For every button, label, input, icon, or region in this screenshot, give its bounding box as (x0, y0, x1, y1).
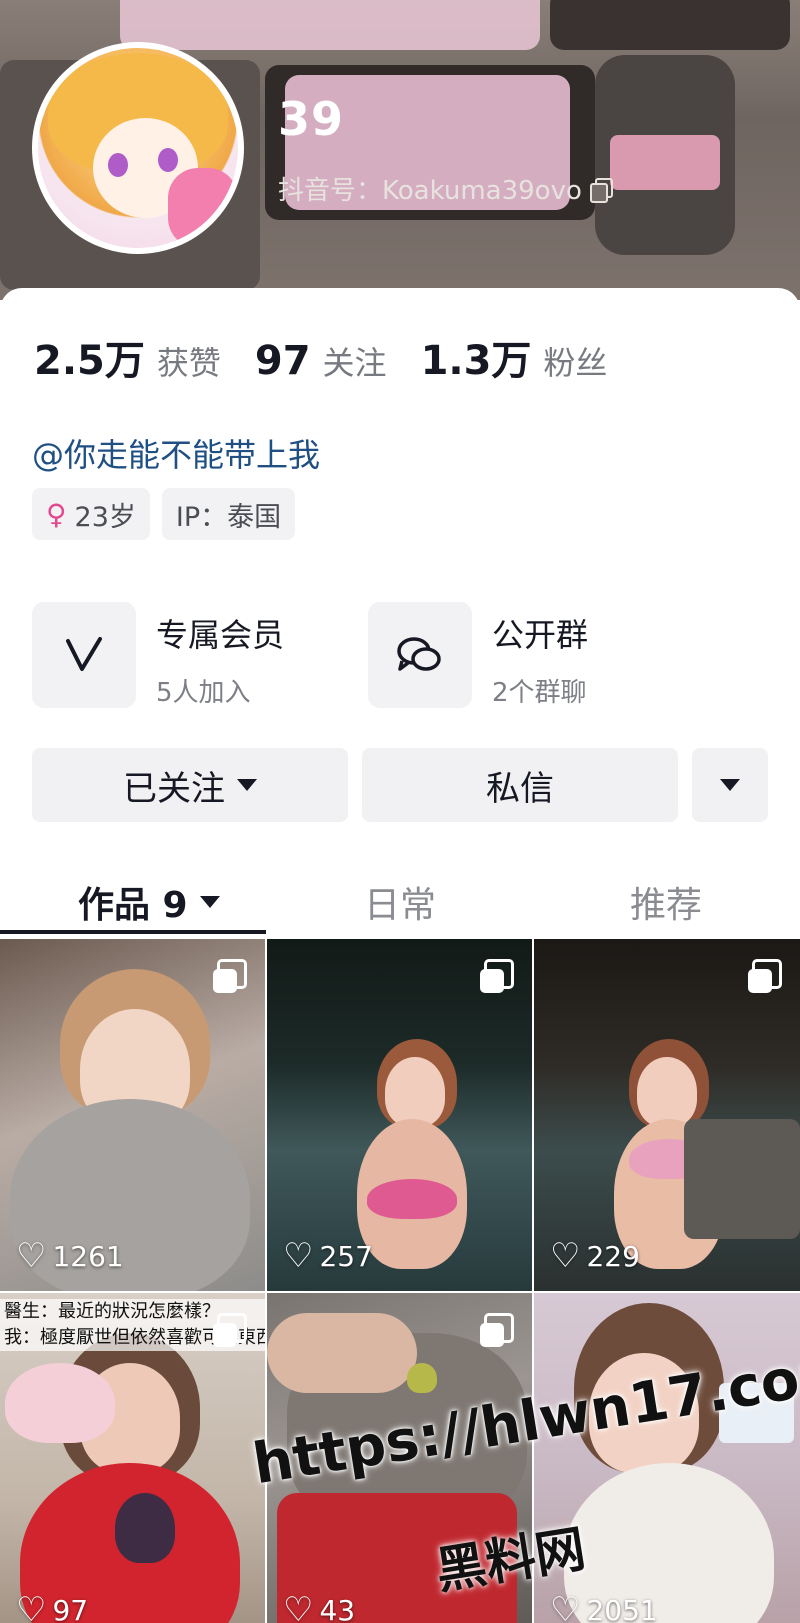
followed-label: 已关注 (123, 768, 225, 809)
content-tabs: 作品 9 日常 推荐 (0, 866, 800, 936)
like-count: 2051 (586, 1593, 658, 1623)
tab-label: 推荐 (630, 885, 703, 926)
stat-label: 关注 (322, 344, 387, 382)
heart-icon: ♡ (283, 1236, 314, 1276)
chevron-down-icon (237, 779, 257, 791)
ip-text: IP：泰国 (175, 501, 282, 533)
profile-name: 39 (278, 92, 345, 146)
stat-value: 97 (254, 338, 311, 384)
posts-grid: ♡ 1261 ♡ 257 ♡ 229 醫生：最近的狀況怎麼樣？ 我：極度厭世但依… (0, 939, 800, 1623)
stat-label: 粉丝 (543, 344, 608, 382)
stat-label: 获赞 (156, 344, 221, 382)
heart-icon: ♡ (550, 1236, 581, 1276)
tab-label: 作品 9 (78, 885, 188, 926)
multi-image-icon (480, 959, 514, 993)
heart-icon: ♡ (16, 1236, 47, 1276)
v-icon (32, 602, 136, 708)
chevron-down-icon (720, 779, 740, 791)
ip-tag: IP：泰国 (161, 488, 296, 540)
profile-tags: ♀ 23岁 IP：泰国 (32, 488, 296, 540)
post-thumbnail[interactable]: ♡ 1261 (0, 939, 265, 1291)
copy-icon[interactable] (589, 177, 613, 203)
post-likes: ♡ 2051 (550, 1593, 658, 1623)
female-icon: ♀ (46, 497, 67, 531)
exclusive-membership[interactable]: 专属会员 5人加入 (32, 602, 284, 709)
post-likes: ♡ 229 (550, 1239, 640, 1273)
like-count: 257 (319, 1239, 373, 1273)
feature-title: 专属会员 (156, 616, 285, 654)
handle-text: 抖音号：Koakuma39ovo (278, 176, 582, 206)
multi-image-icon (748, 959, 782, 993)
stat-following[interactable]: 97 关注 (255, 338, 387, 384)
tab-works[interactable]: 作品 9 (78, 876, 220, 928)
heart-icon: ♡ (16, 1590, 47, 1623)
bio-mention-link[interactable]: @你走能不能带上我 (32, 430, 320, 476)
post-thumbnail[interactable]: ♡ 257 (267, 939, 532, 1291)
feature-subtitle: 5人加入 (156, 678, 251, 708)
followed-button[interactable]: 已关注 (32, 748, 348, 822)
avatar[interactable] (32, 42, 244, 254)
post-thumbnail[interactable]: 醫生：最近的狀況怎麼樣？ 我：極度厭世但依然喜歡可愛東西 ♡ 97 (0, 1293, 265, 1623)
public-group[interactable]: 公开群 2个群聊 (368, 602, 588, 709)
stat-likes[interactable]: 2.5万 获赞 (34, 328, 221, 386)
message-button[interactable]: 私信 (362, 748, 678, 822)
post-likes: ♡ 257 (283, 1239, 373, 1273)
post-likes: ♡ 43 (283, 1593, 355, 1623)
heart-icon: ♡ (550, 1590, 581, 1623)
tab-daily[interactable]: 日常 (364, 876, 436, 928)
multi-image-icon (213, 1313, 247, 1347)
post-likes: ♡ 1261 (16, 1239, 124, 1273)
like-count: 43 (319, 1593, 356, 1623)
more-options-button[interactable] (692, 748, 768, 822)
active-tab-indicator (0, 930, 266, 934)
tab-recommended[interactable]: 推荐 (630, 876, 702, 928)
age-tag: ♀ 23岁 (32, 488, 150, 540)
post-thumbnail[interactable]: ♡ 229 (534, 939, 800, 1291)
stat-value: 1.3万 (420, 338, 532, 384)
chevron-down-icon (199, 896, 220, 908)
tab-label: 日常 (364, 885, 437, 926)
message-label: 私信 (486, 768, 554, 809)
feature-title: 公开群 (492, 616, 589, 654)
stat-followers[interactable]: 1.3万 粉丝 (421, 328, 608, 386)
heart-icon: ♡ (283, 1590, 314, 1623)
age-text: 23岁 (74, 501, 136, 533)
multi-image-icon (480, 1313, 514, 1347)
feature-subtitle: 2个群聊 (492, 678, 587, 708)
like-count: 97 (52, 1593, 89, 1623)
multi-image-icon (213, 959, 247, 993)
chat-bubbles-icon (368, 602, 472, 708)
like-count: 1261 (52, 1239, 124, 1273)
stat-value: 2.5万 (34, 338, 145, 384)
stats-row: 2.5万 获赞 97 关注 1.3万 粉丝 (34, 328, 641, 386)
post-likes: ♡ 97 (16, 1593, 88, 1623)
like-count: 229 (586, 1239, 640, 1273)
profile-handle[interactable]: 抖音号：Koakuma39ovo (278, 170, 613, 207)
